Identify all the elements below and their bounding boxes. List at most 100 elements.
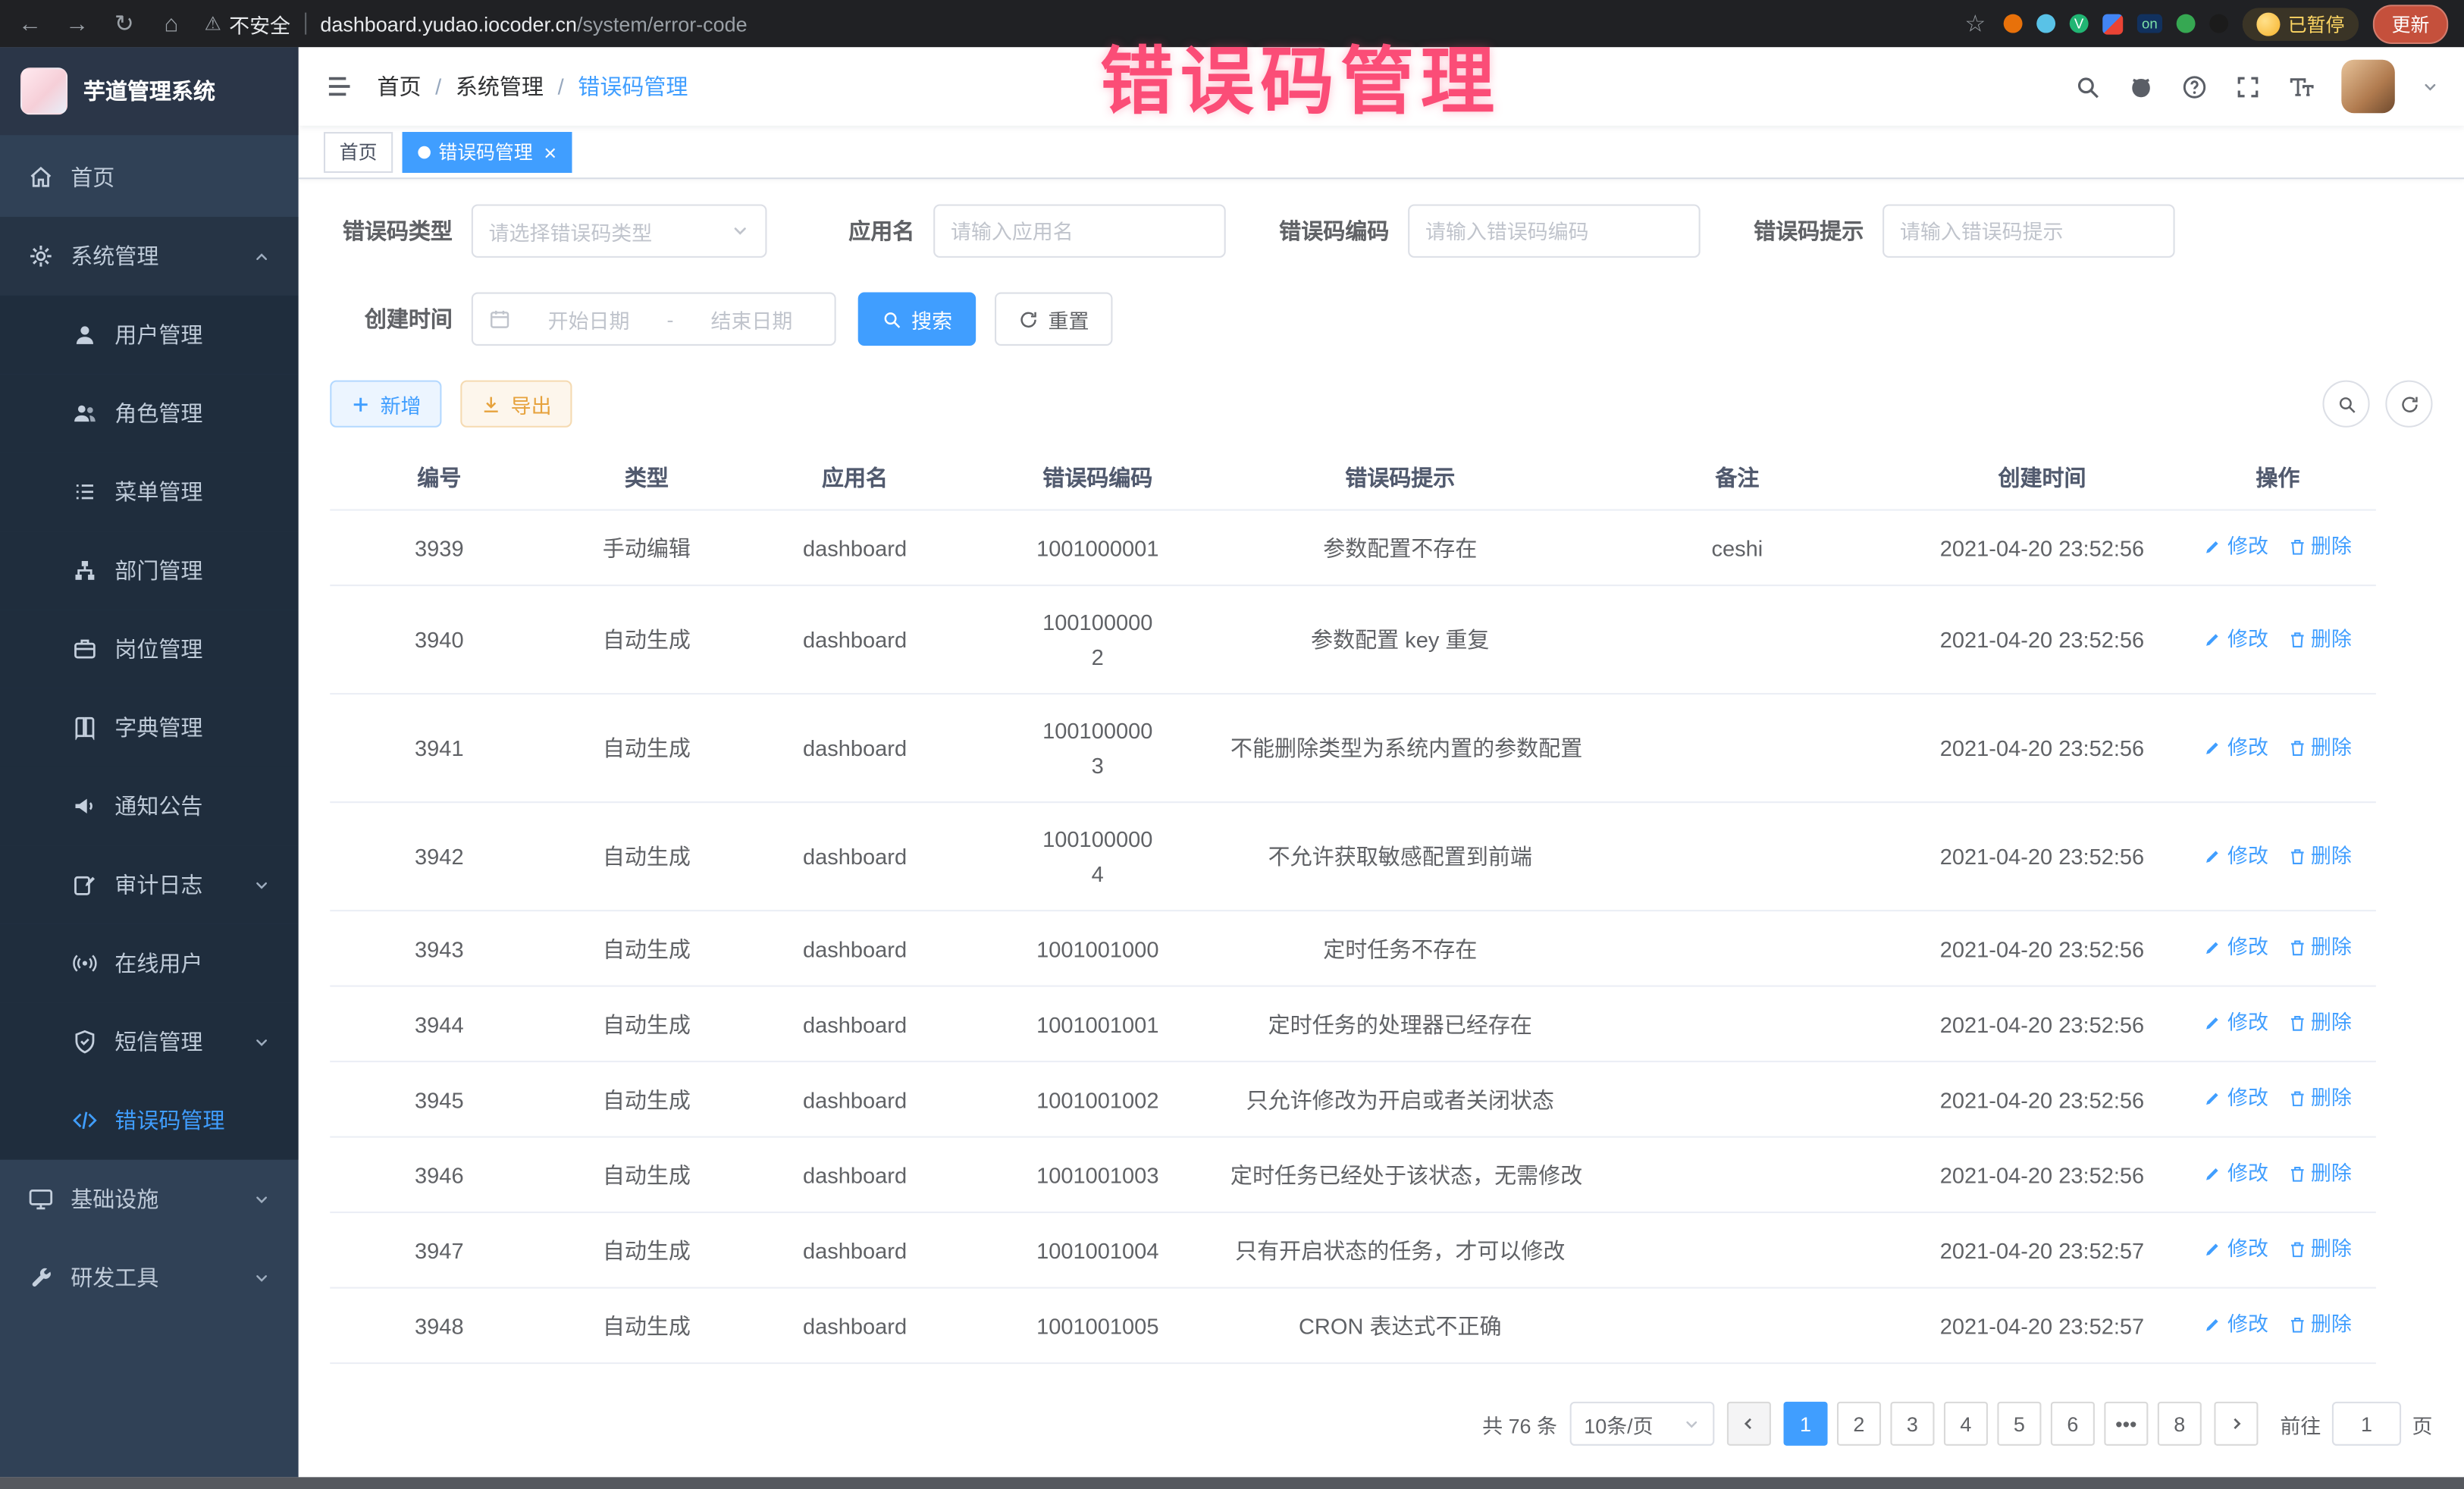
bookmark-star-icon[interactable]: ☆ (1961, 9, 1989, 37)
edit-link[interactable]: 修改 (2204, 1081, 2268, 1116)
edit-link[interactable]: 修改 (2204, 839, 2268, 873)
filter-label: 错误码编码 (1267, 215, 1409, 246)
extension-icon[interactable] (2102, 14, 2123, 34)
breadcrumb-item[interactable]: 错误码管理 (578, 71, 688, 102)
paused-badge[interactable]: 已暂停 (2243, 7, 2359, 40)
cell-message: 定时任务的处理器已经存在 (1230, 988, 1570, 1060)
extension-on-badge[interactable]: on (2137, 14, 2162, 33)
page-button[interactable]: 6 (2051, 1402, 2095, 1446)
delete-link[interactable]: 删除 (2287, 1157, 2352, 1192)
toggle-search-button[interactable] (2322, 381, 2369, 428)
logo[interactable]: 芋道管理系统 (0, 47, 299, 135)
page-button[interactable]: 2 (1837, 1402, 1881, 1446)
page-size-select[interactable]: 10条/页 (1570, 1402, 1715, 1446)
delete-link[interactable]: 删除 (2287, 1081, 2352, 1116)
hamburger-icon[interactable] (324, 71, 355, 102)
breadcrumb-item[interactable]: 系统管理 (456, 71, 544, 102)
extension-icon[interactable] (2036, 14, 2055, 33)
delete-link[interactable]: 删除 (2287, 730, 2352, 765)
sidebar-item[interactable]: 基础设施 (0, 1160, 299, 1239)
error-code-table: 编号类型应用名错误码编码错误码提示备注创建时间操作 3939 手动编辑 dash… (330, 447, 2376, 1364)
breadcrumb-separator: / (435, 74, 441, 99)
delete-link[interactable]: 删除 (2287, 1006, 2352, 1041)
error-hint-input[interactable] (1900, 219, 2158, 243)
edit-link[interactable]: 修改 (2204, 1006, 2268, 1041)
sidebar-item[interactable]: 角色管理 (0, 374, 299, 453)
edit-link[interactable]: 修改 (2204, 730, 2268, 765)
sidebar-item[interactable]: 菜单管理 (0, 453, 299, 531)
cell-remark (1570, 1231, 1904, 1269)
tab-item[interactable]: 错误码管理× (403, 131, 572, 172)
update-button[interactable]: 更新 (2373, 4, 2449, 43)
cell-code: 1001001004 (965, 1214, 1230, 1286)
security-chip[interactable]: ⚠ 不安全 (204, 8, 290, 38)
date-range-picker[interactable]: 开始日期 - 结束日期 (472, 293, 836, 346)
user-icon (72, 322, 97, 347)
forward-icon[interactable]: → (63, 10, 91, 36)
page-button[interactable]: 1 (1783, 1402, 1827, 1446)
delete-link[interactable]: 删除 (2287, 1307, 2352, 1342)
sidebar-item[interactable]: 错误码管理 (0, 1081, 299, 1160)
browser-home-icon[interactable]: ⌂ (157, 10, 185, 36)
delete-link[interactable]: 删除 (2287, 839, 2352, 873)
cell-code: 1001000001 (965, 512, 1230, 584)
edit-link[interactable]: 修改 (2204, 1307, 2268, 1342)
user-avatar[interactable] (2341, 60, 2394, 113)
sidebar-item[interactable]: 短信管理 (0, 1002, 299, 1081)
page-button[interactable]: 5 (1997, 1402, 2041, 1446)
more-pages-button[interactable]: ••• (2104, 1402, 2148, 1446)
error-code-input[interactable] (1425, 219, 1683, 243)
refresh-table-button[interactable] (2385, 381, 2432, 428)
sidebar-item[interactable]: 字典管理 (0, 688, 299, 767)
app-name-input[interactable] (951, 219, 1208, 243)
sidebar-item[interactable]: 研发工具 (0, 1238, 299, 1317)
font-size-icon[interactable] (2288, 73, 2315, 99)
page-button[interactable]: 4 (1944, 1402, 1988, 1446)
reload-icon[interactable]: ↻ (110, 9, 138, 37)
edit-link[interactable]: 修改 (2204, 1157, 2268, 1192)
page-button[interactable]: 8 (2158, 1402, 2202, 1446)
sidebar-item[interactable]: 岗位管理 (0, 610, 299, 688)
error-type-select[interactable]: 请选择错误码类型 (472, 204, 767, 257)
extension-icon[interactable] (2177, 14, 2196, 33)
goto-page-input[interactable] (2332, 1402, 2401, 1446)
delete-link[interactable]: 删除 (2287, 622, 2352, 657)
address-bar[interactable]: ⚠ 不安全 dashboard.yudao.iocoder.cn/system/… (204, 8, 1942, 38)
delete-link[interactable]: 删除 (2287, 1232, 2352, 1267)
cell-app: dashboard (745, 1214, 964, 1286)
edit-link[interactable]: 修改 (2204, 1232, 2268, 1267)
sidebar-item-label: 部门管理 (114, 555, 202, 586)
cell-type: 自动生成 (548, 988, 745, 1060)
github-icon[interactable] (2127, 73, 2154, 99)
export-button[interactable]: 导出 (460, 381, 572, 428)
close-icon[interactable]: × (544, 141, 556, 163)
sidebar-item[interactable]: 在线用户 (0, 924, 299, 1003)
sidebar-item[interactable]: 系统管理 (0, 217, 299, 296)
sidebar-item[interactable]: 用户管理 (0, 296, 299, 375)
edit-link[interactable]: 修改 (2204, 529, 2268, 564)
help-icon[interactable] (2181, 73, 2208, 99)
edit-link[interactable]: 修改 (2204, 622, 2268, 657)
tab-item[interactable]: 首页 (324, 131, 393, 172)
extension-icon[interactable]: V (2070, 14, 2089, 33)
extension-icon[interactable] (2004, 14, 2023, 33)
fullscreen-icon[interactable] (2234, 73, 2261, 99)
search-button[interactable]: 搜索 (858, 293, 976, 346)
breadcrumb-item[interactable]: 首页 (377, 71, 421, 102)
sidebar-item[interactable]: 审计日志 (0, 845, 299, 924)
add-button[interactable]: 新增 (330, 381, 441, 428)
chevron-down-icon[interactable] (2422, 78, 2439, 96)
back-icon[interactable]: ← (16, 10, 44, 36)
search-icon[interactable] (2074, 73, 2101, 99)
page-button[interactable]: 3 (1890, 1402, 1934, 1446)
next-page-button[interactable] (2214, 1402, 2258, 1446)
reset-button[interactable]: 重置 (995, 293, 1112, 346)
extension-icon[interactable] (2209, 14, 2228, 33)
sidebar-item[interactable]: 首页 (0, 138, 299, 217)
edit-link[interactable]: 修改 (2204, 930, 2268, 965)
delete-link[interactable]: 删除 (2287, 930, 2352, 965)
prev-page-button[interactable] (1727, 1402, 1771, 1446)
sidebar-item[interactable]: 通知公告 (0, 766, 299, 845)
delete-link[interactable]: 删除 (2287, 529, 2352, 564)
sidebar-item[interactable]: 部门管理 (0, 531, 299, 610)
